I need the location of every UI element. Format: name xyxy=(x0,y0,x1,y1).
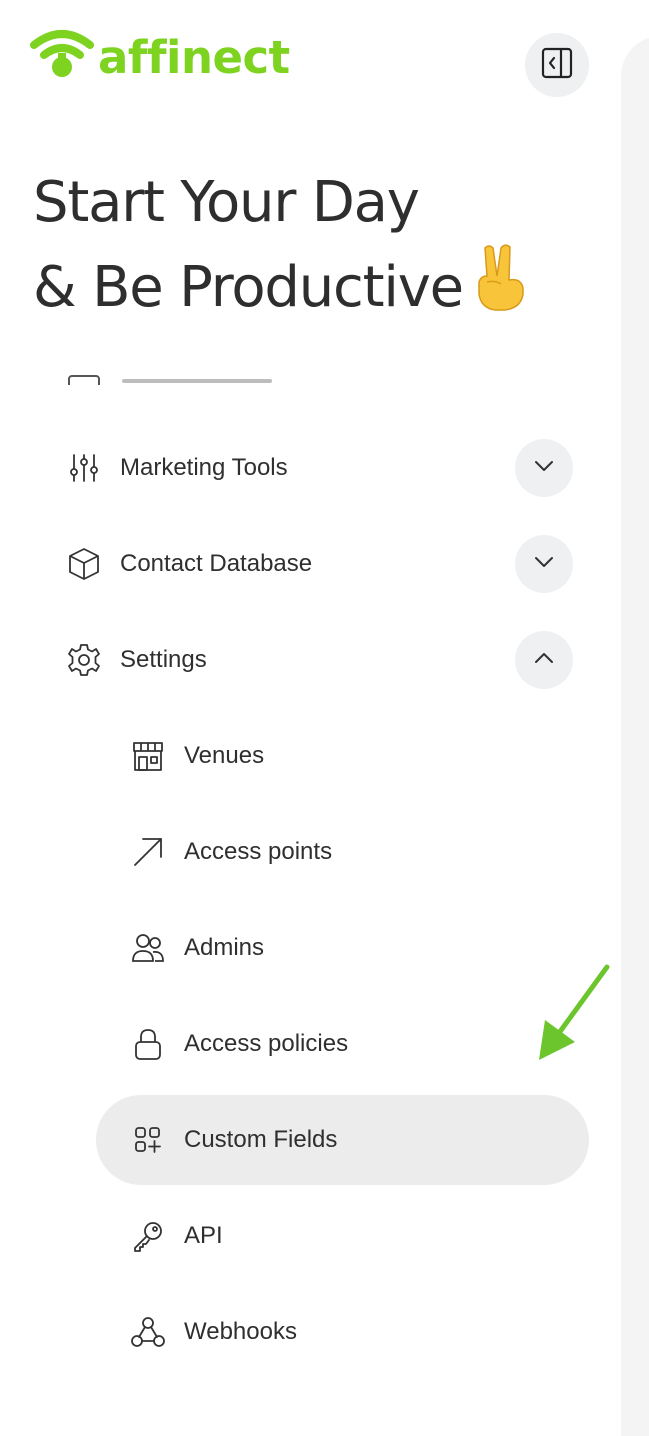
sliders-icon xyxy=(66,450,102,486)
chevron-down-icon xyxy=(534,555,554,573)
sub-item-access-points[interactable]: Access points xyxy=(130,804,332,900)
cube-icon xyxy=(66,546,102,582)
sub-item-label: Access points xyxy=(184,838,333,865)
scrolled-partial-item xyxy=(66,365,306,385)
nav-item-settings[interactable]: Settings xyxy=(66,612,207,708)
annotation-arrow xyxy=(535,962,615,1067)
page-headline: Start Your Day & Be Productive xyxy=(33,164,529,333)
chevron-up-icon xyxy=(534,651,554,669)
nav-item-label: Marketing Tools xyxy=(120,454,288,481)
sub-item-label: API xyxy=(184,1222,223,1249)
webhook-icon xyxy=(130,1314,166,1350)
chevron-down-icon xyxy=(534,459,554,477)
sub-item-label: Admins xyxy=(184,934,265,961)
main-content-panel xyxy=(621,36,649,1436)
headline-line-1: Start Your Day xyxy=(33,170,420,235)
nav-item-contact-database[interactable]: Contact Database xyxy=(66,516,312,612)
nav-item-label: Contact Database xyxy=(120,550,313,577)
users-icon xyxy=(130,930,166,966)
victory-hand-emoji xyxy=(471,242,529,333)
contact-database-expand-button[interactable] xyxy=(515,535,573,593)
grid-plus-icon xyxy=(130,1122,166,1158)
sub-item-webhooks[interactable]: Webhooks xyxy=(130,1284,297,1380)
sidebar-collapse-button[interactable] xyxy=(525,33,589,97)
sub-item-custom-fields[interactable]: Custom Fields xyxy=(130,1092,337,1188)
sub-item-label: Custom Fields xyxy=(184,1126,338,1153)
gear-icon xyxy=(66,642,102,678)
storefront-icon xyxy=(130,738,166,774)
brand-logo[interactable]: affinect xyxy=(30,29,290,86)
marketing-tools-expand-button[interactable] xyxy=(515,439,573,497)
sub-item-label: Access policies xyxy=(184,1030,349,1057)
settings-collapse-button[interactable] xyxy=(515,631,573,689)
sub-item-access-policies[interactable]: Access policies xyxy=(130,996,348,1092)
nav-item-label: Settings xyxy=(120,646,207,673)
key-icon xyxy=(130,1218,166,1254)
nav-item-marketing-tools[interactable]: Marketing Tools xyxy=(66,420,288,516)
sub-item-label: Venues xyxy=(184,742,265,769)
sub-item-venues[interactable]: Venues xyxy=(130,708,264,804)
sub-item-label: Webhooks xyxy=(184,1318,297,1345)
headline-line-2: & Be Productive xyxy=(33,242,529,333)
arrow-up-right-icon xyxy=(130,834,166,870)
sub-item-api[interactable]: API xyxy=(130,1188,223,1284)
sidebar-collapse-icon xyxy=(541,47,573,84)
brand-name: affinect xyxy=(98,30,290,84)
sub-item-admins[interactable]: Admins xyxy=(130,900,264,996)
wifi-pin-icon xyxy=(30,29,94,86)
lock-icon xyxy=(130,1026,166,1062)
sidebar-nav: Marketing Tools Contact Database Setting… xyxy=(0,345,621,1403)
